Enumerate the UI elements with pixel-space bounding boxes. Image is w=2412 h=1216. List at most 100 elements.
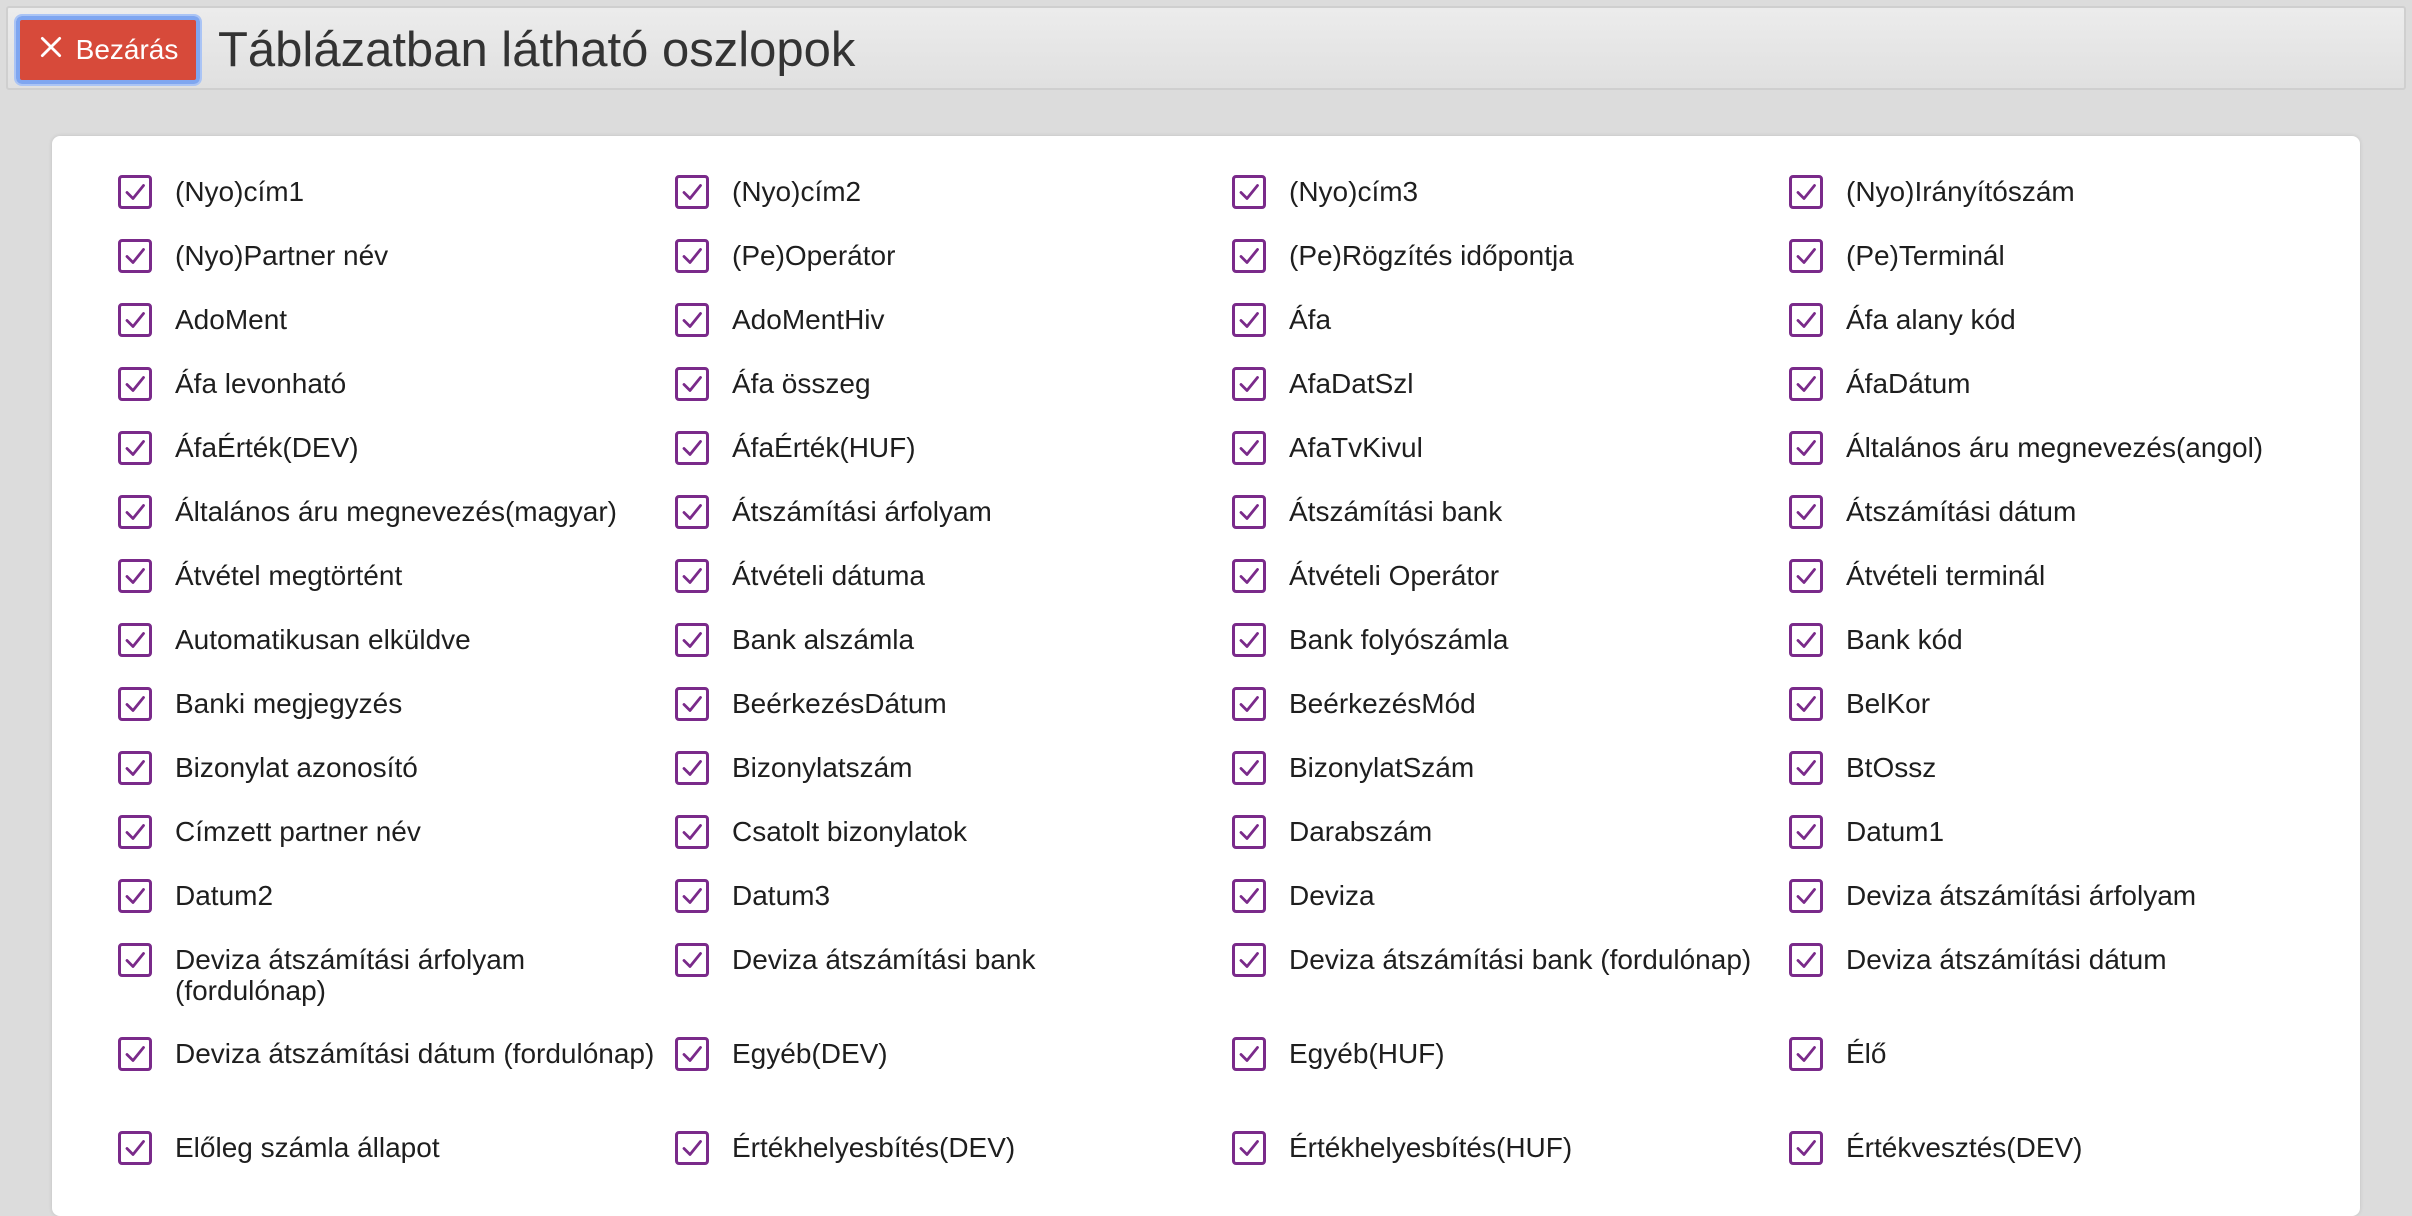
checkbox[interactable] xyxy=(675,303,709,337)
column-option[interactable]: Datum2 xyxy=(118,878,675,942)
checkbox[interactable] xyxy=(1789,175,1823,209)
column-option[interactable]: Címzett partner név xyxy=(118,814,675,878)
column-option[interactable]: ÁfaÉrték(HUF) xyxy=(675,430,1232,494)
checkbox[interactable] xyxy=(675,815,709,849)
column-option[interactable]: Áfa levonható xyxy=(118,366,675,430)
column-option[interactable]: Élő xyxy=(1789,1036,2346,1130)
column-option[interactable]: Csatolt bizonylatok xyxy=(675,814,1232,878)
checkbox[interactable] xyxy=(1789,239,1823,273)
column-option[interactable]: Értékhelyesbítés(DEV) xyxy=(675,1130,1232,1194)
checkbox[interactable] xyxy=(1789,431,1823,465)
checkbox[interactable] xyxy=(118,175,152,209)
column-option[interactable]: Előleg számla állapot xyxy=(118,1130,675,1194)
column-option[interactable]: Darabszám xyxy=(1232,814,1789,878)
column-option[interactable]: Deviza átszámítási árfolyam (fordulónap) xyxy=(118,942,675,1036)
column-option[interactable]: Átvétel megtörtént xyxy=(118,558,675,622)
checkbox[interactable] xyxy=(1789,495,1823,529)
column-option[interactable]: (Nyo)Irányítószám xyxy=(1789,174,2346,238)
checkbox[interactable] xyxy=(675,495,709,529)
checkbox[interactable] xyxy=(1232,239,1266,273)
checkbox[interactable] xyxy=(118,751,152,785)
column-option[interactable]: Deviza átszámítási dátum (fordulónap) xyxy=(118,1036,675,1130)
column-option[interactable]: Átvételi terminál xyxy=(1789,558,2346,622)
column-option[interactable]: (Pe)Terminál xyxy=(1789,238,2346,302)
checkbox[interactable] xyxy=(118,431,152,465)
column-option[interactable]: Egyéb(HUF) xyxy=(1232,1036,1789,1130)
checkbox[interactable] xyxy=(118,1037,152,1071)
checkbox[interactable] xyxy=(118,687,152,721)
column-option[interactable]: (Pe)Rögzítés időpontja xyxy=(1232,238,1789,302)
checkbox[interactable] xyxy=(118,367,152,401)
column-option[interactable]: Áfa alany kód xyxy=(1789,302,2346,366)
checkbox[interactable] xyxy=(1232,623,1266,657)
column-option[interactable]: Átvételi Operátor xyxy=(1232,558,1789,622)
checkbox[interactable] xyxy=(1789,559,1823,593)
column-option[interactable]: AfaTvKivul xyxy=(1232,430,1789,494)
checkbox[interactable] xyxy=(118,239,152,273)
column-option[interactable]: Bank alszámla xyxy=(675,622,1232,686)
column-option[interactable]: AdoMent xyxy=(118,302,675,366)
column-option[interactable]: Áfa összeg xyxy=(675,366,1232,430)
column-option[interactable]: Automatikusan elküldve xyxy=(118,622,675,686)
checkbox[interactable] xyxy=(1232,815,1266,849)
checkbox[interactable] xyxy=(118,879,152,913)
checkbox[interactable] xyxy=(1789,943,1823,977)
column-option[interactable]: Datum1 xyxy=(1789,814,2346,878)
checkbox[interactable] xyxy=(675,879,709,913)
column-option[interactable]: BeérkezésMód xyxy=(1232,686,1789,750)
column-option[interactable]: Deviza átszámítási dátum xyxy=(1789,942,2346,1036)
column-option[interactable]: AdoMentHiv xyxy=(675,302,1232,366)
checkbox[interactable] xyxy=(1232,495,1266,529)
checkbox[interactable] xyxy=(1232,943,1266,977)
column-option[interactable]: Átszámítási dátum xyxy=(1789,494,2346,558)
column-option[interactable]: Deviza átszámítási árfolyam xyxy=(1789,878,2346,942)
column-option[interactable]: ÁfaÉrték(DEV) xyxy=(118,430,675,494)
column-option[interactable]: ÁfaDátum xyxy=(1789,366,2346,430)
checkbox[interactable] xyxy=(1789,367,1823,401)
checkbox[interactable] xyxy=(1789,1131,1823,1165)
checkbox[interactable] xyxy=(118,495,152,529)
checkbox[interactable] xyxy=(1232,687,1266,721)
column-option[interactable]: Datum3 xyxy=(675,878,1232,942)
column-option[interactable]: Bank folyószámla xyxy=(1232,622,1789,686)
checkbox[interactable] xyxy=(675,943,709,977)
checkbox[interactable] xyxy=(1789,303,1823,337)
column-option[interactable]: Bizonylatszám xyxy=(675,750,1232,814)
checkbox[interactable] xyxy=(1232,175,1266,209)
checkbox[interactable] xyxy=(675,1037,709,1071)
close-button[interactable]: Bezárás xyxy=(14,14,202,86)
checkbox[interactable] xyxy=(1232,559,1266,593)
column-option[interactable]: (Nyo)cím2 xyxy=(675,174,1232,238)
column-option[interactable]: BtOssz xyxy=(1789,750,2346,814)
checkbox[interactable] xyxy=(675,431,709,465)
checkbox[interactable] xyxy=(1232,751,1266,785)
checkbox[interactable] xyxy=(1232,431,1266,465)
column-option[interactable]: (Pe)Operátor xyxy=(675,238,1232,302)
column-option[interactable]: Deviza xyxy=(1232,878,1789,942)
checkbox[interactable] xyxy=(1789,687,1823,721)
checkbox[interactable] xyxy=(118,559,152,593)
column-option[interactable]: (Nyo)Partner név xyxy=(118,238,675,302)
column-option[interactable]: Áfa xyxy=(1232,302,1789,366)
checkbox[interactable] xyxy=(675,1131,709,1165)
column-option[interactable]: Általános áru megnevezés(angol) xyxy=(1789,430,2346,494)
column-option[interactable]: Értékvesztés(DEV) xyxy=(1789,1130,2346,1194)
checkbox[interactable] xyxy=(1789,815,1823,849)
checkbox[interactable] xyxy=(1789,1037,1823,1071)
checkbox[interactable] xyxy=(1232,1037,1266,1071)
checkbox[interactable] xyxy=(118,623,152,657)
checkbox[interactable] xyxy=(1789,751,1823,785)
column-option[interactable]: (Nyo)cím3 xyxy=(1232,174,1789,238)
checkbox[interactable] xyxy=(118,303,152,337)
checkbox[interactable] xyxy=(675,559,709,593)
checkbox[interactable] xyxy=(675,175,709,209)
column-option[interactable]: Átszámítási árfolyam xyxy=(675,494,1232,558)
checkbox[interactable] xyxy=(675,751,709,785)
column-option[interactable]: BizonylatSzám xyxy=(1232,750,1789,814)
checkbox[interactable] xyxy=(675,623,709,657)
checkbox[interactable] xyxy=(118,815,152,849)
checkbox[interactable] xyxy=(1232,1131,1266,1165)
checkbox[interactable] xyxy=(1232,303,1266,337)
column-option[interactable]: BeérkezésDátum xyxy=(675,686,1232,750)
checkbox[interactable] xyxy=(1789,623,1823,657)
